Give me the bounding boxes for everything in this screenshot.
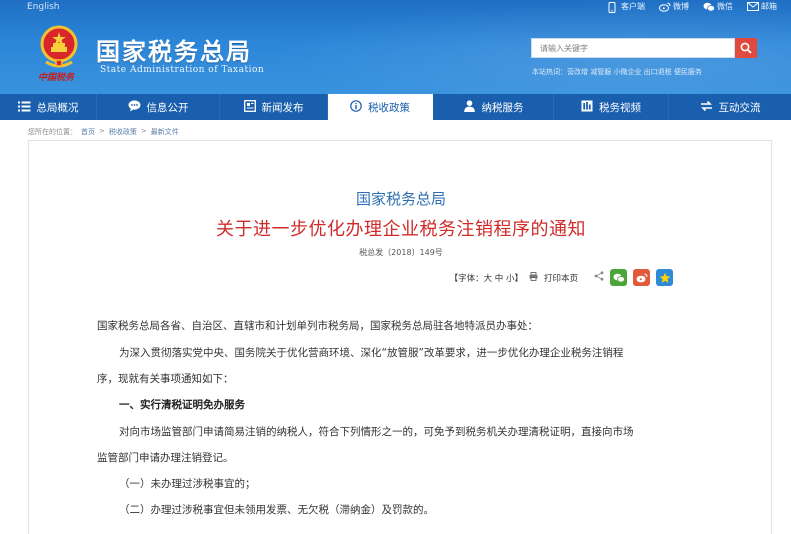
top-link-weibo[interactable]: 微博 <box>659 1 689 12</box>
nav-item-info-disclosure[interactable]: 信息公开 <box>97 94 220 120</box>
top-link-label: 客户端 <box>621 2 645 11</box>
nav-item-label: 互动交流 <box>718 101 761 114</box>
search-input[interactable] <box>531 38 735 58</box>
nav-item-label: 纳税服务 <box>481 101 524 114</box>
logo-text: 中国税务 <box>38 73 75 83</box>
top-links: 客户端 微博 微信 邮箱 <box>607 1 777 13</box>
paragraph-section-1-cont: 监管部门申请办理注销登记。 <box>97 452 234 464</box>
chat-icon <box>128 100 141 114</box>
nav-item-label: 总局概况 <box>36 101 79 114</box>
hot-words[interactable]: 本站热词：营改增 减管服 小微企业 出口退税 便民服务 <box>532 67 702 77</box>
nav-item-tax-video[interactable]: 税务视频 <box>554 94 669 120</box>
share-weibo-icon[interactable] <box>633 269 650 286</box>
exchange-icon <box>700 100 713 114</box>
print-button[interactable]: 打印本页 <box>544 272 578 284</box>
english-link[interactable]: English <box>27 2 60 12</box>
breadcrumb-tax-policy[interactable]: 税收政策 <box>109 127 137 137</box>
top-link-label: 微信 <box>717 2 733 11</box>
video-icon <box>581 100 593 114</box>
list-item-1: （一）未办理过涉税事宜的； <box>119 478 256 490</box>
weibo-icon <box>659 2 671 12</box>
site-header: English 客户端 微博 微信 邮箱 中国税务 国家税务总局 State A… <box>0 0 791 94</box>
phone-icon <box>607 1 617 13</box>
breadcrumb: 您所在的位置： 首页 > 税收政策 > 最新文件 <box>28 127 179 137</box>
breadcrumb-prefix: 您所在的位置： <box>28 128 77 136</box>
menu-icon <box>17 101 31 114</box>
share-wechat-icon[interactable] <box>610 269 627 286</box>
article-panel: 国家税务总局 关于进一步优化办理企业税务注销程序的通知 税总发〔2018〕149… <box>28 140 772 534</box>
person-icon <box>463 100 476 114</box>
paragraph-intro-cont: 序，现就有关事项通知如下： <box>97 373 234 385</box>
list-item-2: （二）办理过涉税事宜但未领用发票、无欠税（滞纳金）及罚款的。 <box>119 504 434 516</box>
favorite-star-icon[interactable] <box>656 269 673 286</box>
top-link-wechat[interactable]: 微信 <box>703 1 733 12</box>
section-heading: 一、实行清税证明免办服务 <box>119 399 245 411</box>
top-link-mail[interactable]: 邮箱 <box>747 1 777 12</box>
nav-item-interaction[interactable]: 互动交流 <box>669 94 791 120</box>
wechat-icon <box>703 2 715 12</box>
nav-item-label: 税务视频 <box>599 101 641 114</box>
document-number: 税总发〔2018〕149号 <box>359 248 443 257</box>
article-title: 关于进一步优化办理企业税务注销程序的通知 <box>216 219 586 240</box>
nav-item-label: 税收政策 <box>368 101 410 114</box>
breadcrumb-separator: > <box>99 127 105 135</box>
nav-item-label: 新闻发布 <box>261 101 304 114</box>
search-icon <box>740 42 752 54</box>
breadcrumb-separator: > <box>140 127 147 135</box>
share-icon[interactable] <box>594 271 604 284</box>
nav-item-taxpayer-service[interactable]: 纳税服务 <box>433 94 554 120</box>
breadcrumb-latest-docs[interactable]: 最新文件 <box>151 127 179 137</box>
top-link-label: 邮箱 <box>761 2 777 11</box>
news-icon <box>243 100 256 114</box>
top-link-label: 微博 <box>673 2 689 11</box>
print-icon <box>529 271 538 284</box>
main-nav: 总局概况 信息公开 新闻发布 税收政策 纳税服务 税务视频 互动交流 <box>0 94 791 120</box>
top-link-client[interactable]: 客户端 <box>607 1 645 13</box>
breadcrumb-home[interactable]: 首页 <box>81 127 95 137</box>
article-tools: 【字体：大 中 小】 打印本页 <box>450 269 673 286</box>
paragraph-section-1: 对向市场监管部门申请简易注销的纳税人，符合下列情形之一的，可免予到税务机关办理清… <box>119 426 634 438</box>
nav-item-label: 信息公开 <box>146 101 189 114</box>
site-title[interactable]: 国家税务总局 <box>96 32 252 67</box>
national-emblem-icon <box>40 25 78 68</box>
site-subtitle: State Administration of Taxation <box>100 65 265 75</box>
nav-item-news[interactable]: 新闻发布 <box>220 94 328 120</box>
nav-item-overview[interactable]: 总局概况 <box>0 94 97 120</box>
mail-icon <box>747 1 759 12</box>
font-size-selector[interactable]: 【字体：大 中 小】 <box>450 272 523 284</box>
info-icon <box>350 100 362 114</box>
search-button[interactable] <box>735 38 757 58</box>
paragraph-salutation: 国家税务总局各省、自治区、直辖市和计划单列市税务局，国家税务总局驻各地特派员办事… <box>97 320 538 332</box>
nav-item-tax-policy[interactable]: 税收政策 <box>328 94 433 120</box>
article-agency: 国家税务总局 <box>355 190 446 208</box>
paragraph-intro: 为深入贯彻落实党中央、国务院关于优化营商环境、深化“放管服”改革要求，进一步优化… <box>119 347 624 359</box>
